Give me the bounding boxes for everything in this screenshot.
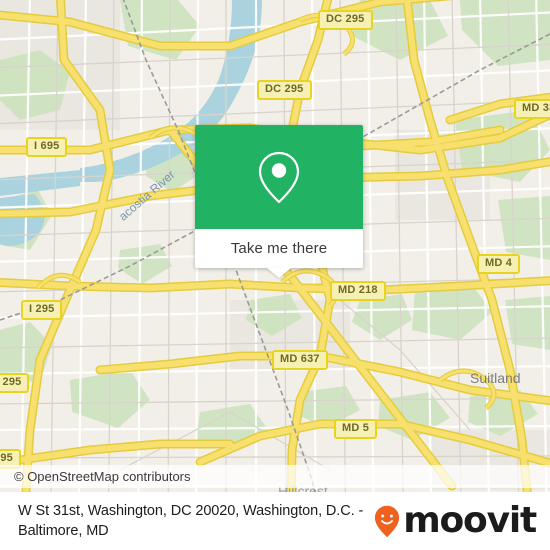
moovit-logo[interactable]: moovit <box>374 503 542 539</box>
road-shield: MD 5 <box>334 419 378 439</box>
road-shield: MD 33 <box>514 99 550 119</box>
card-header <box>195 125 363 229</box>
footer-bar: W St 31st, Washington, DC 20020, Washing… <box>0 492 550 550</box>
road-shield: MD 637 <box>272 350 328 370</box>
address-text: W St 31st, Washington, DC 20020, Washing… <box>18 503 364 539</box>
map-attribution[interactable]: © OpenStreetMap contributors <box>0 465 550 488</box>
road-shield: I 295 <box>0 373 30 393</box>
moovit-wordmark: moovit <box>403 500 537 541</box>
moovit-pin-icon <box>375 505 400 537</box>
moovit-map-screenshot: DC 295 DC 295 MD 33 I 695 I 295 MD 4 MD … <box>0 0 550 550</box>
road-shield: DC 295 <box>257 80 312 100</box>
road-shield: I 295 <box>21 300 63 320</box>
take-me-there-label: Take me there <box>230 240 328 257</box>
card-footer[interactable]: Take me there <box>195 229 363 278</box>
road-shield: I 695 <box>26 137 68 157</box>
location-callout-card[interactable]: Take me there <box>195 125 363 278</box>
location-pin-icon <box>258 151 300 204</box>
road-shield: MD 218 <box>330 281 386 301</box>
road-shield: DC 295 <box>318 10 373 30</box>
place-label-suitland: Suitland <box>470 370 521 386</box>
road-shield: MD 4 <box>477 254 521 274</box>
card-pointer-tail <box>267 268 291 278</box>
